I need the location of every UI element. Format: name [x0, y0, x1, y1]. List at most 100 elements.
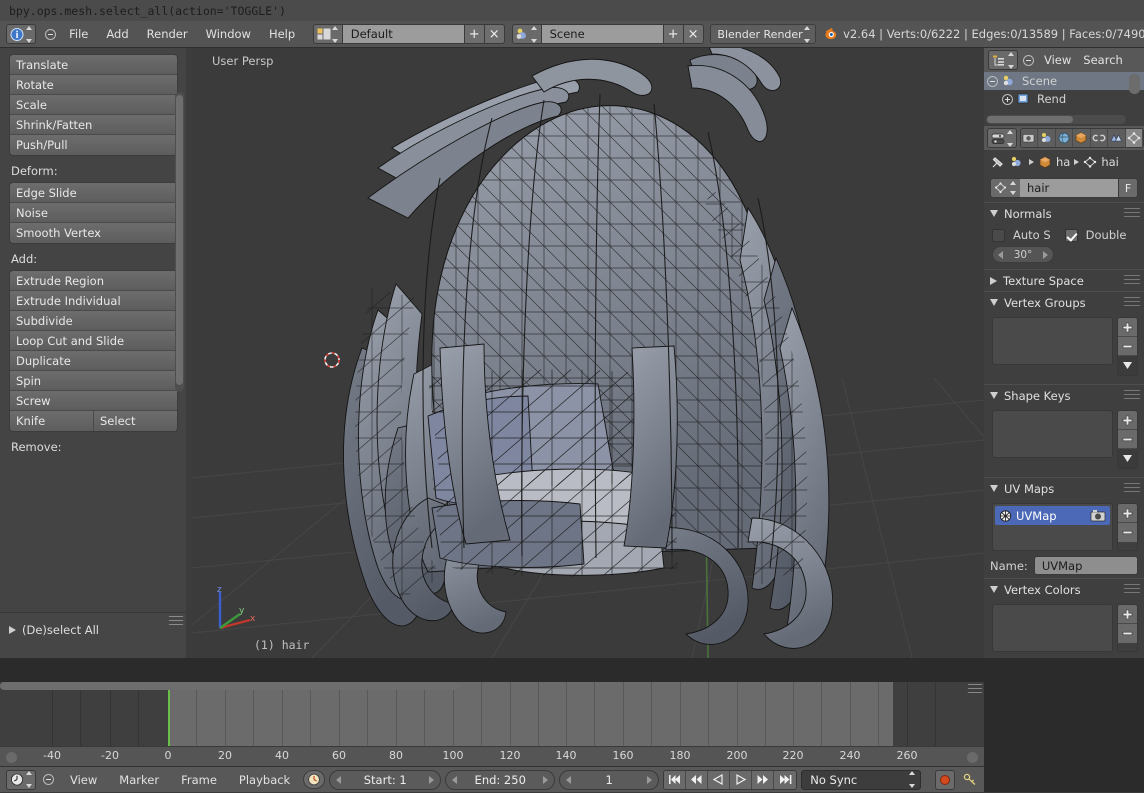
- properties-tab-world[interactable]: [1055, 129, 1074, 147]
- toolshelf-scrollbar[interactable]: [175, 92, 184, 392]
- panel-header-vertex-groups[interactable]: Vertex Groups: [984, 291, 1144, 313]
- jump-to-end-icon[interactable]: [774, 770, 797, 789]
- properties-tab-constraints[interactable]: [1090, 129, 1109, 147]
- add-screen-layout-button[interactable]: +: [464, 24, 485, 44]
- operator-redo-panel[interactable]: (De)select All: [0, 612, 186, 658]
- tool-subdivide[interactable]: Subdivide: [10, 311, 177, 331]
- tool-extrude-individual[interactable]: Extrude Individual: [10, 291, 177, 311]
- tool-loop-cut-and-slide[interactable]: Loop Cut and Slide: [10, 331, 177, 351]
- properties-tab-modifiers[interactable]: [1108, 129, 1126, 147]
- collapse-outliner-menus-icon[interactable]: [1023, 54, 1034, 66]
- timeline-menu-playback[interactable]: Playback: [230, 767, 299, 793]
- properties-tab-object-data[interactable]: [1125, 129, 1143, 147]
- timeline-corner-grip-icon[interactable]: [967, 684, 983, 698]
- uv-maps-list[interactable]: UVMap: [992, 503, 1113, 551]
- record-icon[interactable]: [935, 769, 956, 790]
- render-engine-selector[interactable]: Blender Render: [710, 24, 816, 44]
- menu-file[interactable]: File: [60, 21, 97, 47]
- tool-shrink-fatten[interactable]: Shrink/Fatten: [10, 115, 177, 135]
- outliner-horizontal-scrollbar[interactable]: [986, 115, 1126, 124]
- play-reverse-icon[interactable]: [708, 770, 731, 789]
- remove-uv-map-button[interactable]: [1118, 523, 1137, 542]
- timeline-menu-frame[interactable]: Frame: [172, 767, 226, 793]
- panel-header-shape-keys[interactable]: Shape Keys: [984, 384, 1144, 406]
- timeline-horizontal-scrollbar[interactable]: [0, 682, 460, 690]
- timeline-menu-marker[interactable]: Marker: [110, 767, 168, 793]
- panel-header-vertex-colors[interactable]: Vertex Colors: [984, 578, 1144, 600]
- panel-grip-icon[interactable]: [168, 616, 184, 630]
- editor-type-arrows[interactable]: [24, 25, 33, 43]
- fake-user-button[interactable]: F: [1118, 178, 1138, 198]
- timeline-menu-view[interactable]: View: [61, 767, 106, 793]
- remove-vertex-color-button[interactable]: [1118, 624, 1137, 643]
- collapse-menus-icon[interactable]: [45, 28, 57, 40]
- tool-edge-slide[interactable]: Edge Slide: [10, 183, 177, 203]
- editor-type-selector-properties[interactable]: [987, 128, 1017, 148]
- view3d-viewport[interactable]: User Persp z x y (1) hair: [192, 48, 984, 658]
- tool-translate[interactable]: Translate: [10, 55, 177, 75]
- remove-vertex-group-button[interactable]: [1118, 337, 1137, 356]
- next-keyframe-icon[interactable]: [752, 770, 775, 789]
- properties-tab-object[interactable]: [1073, 129, 1091, 147]
- tool-duplicate[interactable]: Duplicate: [10, 351, 177, 371]
- uv-map-name-field[interactable]: UVMap: [1033, 556, 1138, 575]
- properties-tabs[interactable]: [1020, 128, 1144, 148]
- editor-type-selector-info[interactable]: [6, 24, 36, 44]
- panel-header-texture-space[interactable]: Texture Space: [984, 269, 1144, 291]
- timeline-scroll-right-handle[interactable]: [967, 752, 978, 763]
- tool-smooth-vertex[interactable]: Smooth Vertex: [10, 223, 177, 243]
- timeline-scale[interactable]: -40 -20 0 20 40 60 80 100 120 140 160 180 200 220 240 2…: [0, 746, 984, 766]
- vertex-groups-list[interactable]: [992, 317, 1113, 365]
- auto-keying-icon[interactable]: [303, 770, 326, 789]
- end-frame-field[interactable]: End: 250: [445, 769, 556, 790]
- outliner-row-render-layer[interactable]: Rend: [984, 90, 1144, 108]
- properties-tab-scene[interactable]: [1038, 129, 1056, 147]
- editor-type-selector-outliner[interactable]: [988, 50, 1018, 70]
- properties-tab-render[interactable]: [1021, 129, 1039, 147]
- screen-layout-name[interactable]: Default: [342, 24, 465, 44]
- breadcrumb-object-name[interactable]: ha: [1056, 155, 1070, 169]
- outliner-row-scene[interactable]: Scene: [984, 72, 1144, 90]
- tool-noise[interactable]: Noise: [10, 203, 177, 223]
- timeline-track[interactable]: [0, 682, 984, 746]
- tool-push-pull[interactable]: Push/Pull: [10, 135, 177, 155]
- auto-smooth-checkbox[interactable]: [992, 228, 1005, 242]
- shape-keys-list[interactable]: [992, 410, 1113, 458]
- editor-type-selector-timeline[interactable]: [6, 769, 36, 790]
- render-uv-icon[interactable]: [1090, 509, 1106, 522]
- tool-rotate[interactable]: Rotate: [10, 75, 177, 95]
- collapse-icon[interactable]: [987, 75, 998, 87]
- menu-add[interactable]: Add: [97, 21, 137, 47]
- tool-knife[interactable]: Knife: [10, 411, 94, 431]
- add-scene-button[interactable]: +: [663, 24, 684, 44]
- remove-shape-key-button[interactable]: [1118, 430, 1137, 449]
- tool-screw[interactable]: Screw: [10, 391, 177, 411]
- outliner-menu-view[interactable]: View: [1039, 48, 1076, 73]
- shape-key-specials-menu[interactable]: [1118, 449, 1137, 468]
- scene-icon[interactable]: [1010, 156, 1025, 169]
- expand-icon[interactable]: [1002, 93, 1013, 105]
- mesh-datablock-name[interactable]: hair: [1020, 178, 1118, 198]
- start-frame-field[interactable]: Start: 1: [329, 769, 442, 790]
- tool-knife-select[interactable]: Select: [94, 411, 177, 431]
- menu-help[interactable]: Help: [260, 21, 304, 47]
- playback-transport-controls[interactable]: [663, 769, 798, 790]
- menu-window[interactable]: Window: [197, 21, 260, 47]
- double-sided-checkbox[interactable]: [1064, 228, 1078, 242]
- panel-header-normals[interactable]: Normals: [984, 202, 1144, 224]
- sync-mode-selector[interactable]: No Sync: [801, 769, 922, 790]
- scene-name[interactable]: Scene: [541, 24, 664, 44]
- previous-keyframe-icon[interactable]: [686, 770, 709, 789]
- breadcrumb-data-name[interactable]: hai: [1101, 155, 1119, 169]
- delete-scene-button[interactable]: ×: [683, 24, 704, 44]
- vertex-group-specials-menu[interactable]: [1118, 356, 1137, 375]
- tool-spin[interactable]: Spin: [10, 371, 177, 391]
- add-vertex-color-button[interactable]: [1118, 605, 1137, 624]
- uv-map-item[interactable]: UVMap: [995, 506, 1110, 525]
- delete-screen-layout-button[interactable]: ×: [484, 24, 505, 44]
- view3d-toolshelf[interactable]: Translate Rotate Scale Shrink/Fatten Pus…: [0, 48, 186, 658]
- keying-set-icon[interactable]: [959, 770, 982, 789]
- object-icon[interactable]: [1038, 156, 1052, 169]
- mesh-data-icon[interactable]: [1083, 156, 1097, 169]
- panel-header-uv-maps[interactable]: UV Maps: [984, 477, 1144, 499]
